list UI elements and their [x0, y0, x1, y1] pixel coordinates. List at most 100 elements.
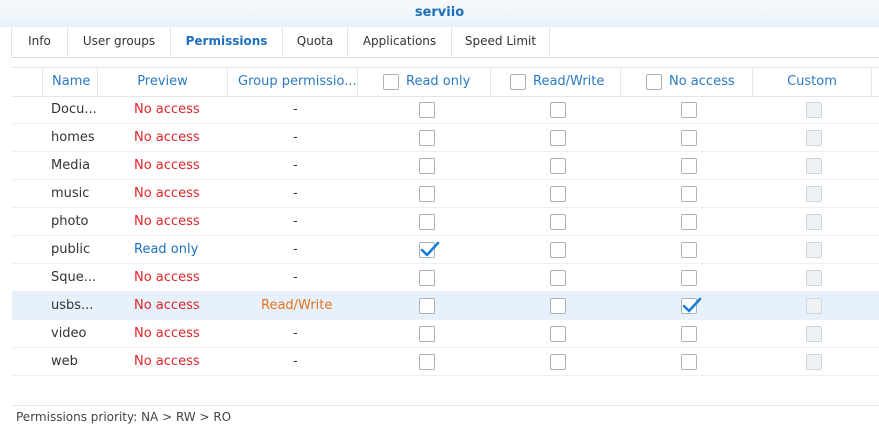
select-all-no-access-checkbox[interactable] — [646, 74, 662, 90]
no-access-checkbox[interactable] — [681, 270, 697, 286]
table-row[interactable]: web No access - — [12, 348, 879, 376]
read-write-checkbox[interactable] — [550, 354, 566, 370]
preview-permission: No access — [134, 158, 200, 173]
read-only-checkbox[interactable] — [419, 158, 435, 174]
select-all-read-write-checkbox[interactable] — [510, 74, 526, 90]
no-access-checkbox[interactable] — [681, 158, 697, 174]
read-write-checkbox[interactable] — [550, 270, 566, 286]
custom-checkbox — [806, 186, 822, 202]
header-preview[interactable]: Preview — [97, 68, 227, 96]
read-write-checkbox[interactable] — [550, 242, 566, 258]
preview-permission: No access — [134, 298, 200, 313]
no-access-checkbox[interactable] — [681, 326, 697, 342]
header-read-write[interactable]: Read/Write — [490, 68, 620, 96]
table-row[interactable]: homes No access - — [12, 124, 879, 152]
shared-folder-name: Media — [51, 158, 91, 173]
tab-applications[interactable]: Applications — [348, 27, 452, 56]
header-custom[interactable]: Custom — [752, 68, 872, 96]
table-row[interactable]: public Read only - — [12, 236, 879, 264]
shared-folder-name: Sque... — [51, 270, 97, 285]
footer-divider — [12, 405, 879, 406]
group-permission: - — [293, 186, 298, 201]
table-row[interactable]: Docu... No access - — [12, 96, 879, 124]
custom-checkbox — [806, 270, 822, 286]
header-group-permissions[interactable]: Group permissio... — [227, 68, 357, 96]
preview-permission: No access — [134, 354, 200, 369]
group-permission: - — [293, 326, 298, 341]
shared-folder-name: Docu... — [51, 102, 97, 117]
checkmark-icon — [682, 297, 702, 313]
shared-folder-name: homes — [51, 130, 95, 145]
read-only-checkbox[interactable] — [419, 298, 435, 314]
shared-folder-name: photo — [51, 214, 89, 229]
tab-bar: Info User groups Permissions Quota Appli… — [11, 27, 879, 58]
read-only-checkbox[interactable] — [419, 102, 435, 118]
header-read-only-label: Read only — [406, 74, 471, 89]
custom-checkbox — [806, 326, 822, 342]
no-access-checkbox[interactable] — [681, 297, 702, 314]
no-access-checkbox[interactable] — [681, 102, 697, 118]
shared-folder-name: video — [51, 326, 87, 341]
header-name[interactable]: Name — [42, 68, 97, 96]
no-access-checkbox[interactable] — [681, 214, 697, 230]
preview-permission: No access — [134, 130, 200, 145]
tab-user-groups[interactable]: User groups — [68, 27, 171, 56]
preview-permission: No access — [134, 186, 200, 201]
custom-checkbox — [806, 354, 822, 370]
group-permission: - — [293, 102, 298, 117]
tab-permissions[interactable]: Permissions — [171, 27, 283, 56]
read-write-checkbox[interactable] — [550, 130, 566, 146]
header-read-write-label: Read/Write — [533, 74, 605, 89]
read-only-checkbox[interactable] — [419, 241, 440, 258]
table-row[interactable]: Media No access - — [12, 152, 879, 180]
group-permission: - — [293, 130, 298, 145]
tab-speed-limit[interactable]: Speed Limit — [452, 27, 550, 56]
custom-checkbox — [806, 102, 822, 118]
preview-permission: Read only — [134, 242, 199, 257]
header-no-access-label: No access — [669, 74, 735, 89]
group-permission: Read/Write — [261, 298, 333, 313]
group-permission: - — [293, 354, 298, 369]
preview-permission: No access — [134, 214, 200, 229]
read-only-checkbox[interactable] — [419, 186, 435, 202]
read-write-checkbox[interactable] — [550, 158, 566, 174]
table-row[interactable]: usbs... No access Read/Write — [12, 292, 879, 320]
read-only-checkbox[interactable] — [419, 326, 435, 342]
read-only-checkbox[interactable] — [419, 214, 435, 230]
header-read-only[interactable]: Read only — [357, 68, 490, 96]
table-row[interactable]: photo No access - — [12, 208, 879, 236]
table-row[interactable]: video No access - — [12, 320, 879, 348]
no-access-checkbox[interactable] — [681, 242, 697, 258]
read-write-checkbox[interactable] — [550, 102, 566, 118]
table-header: Name Preview Group permissio... Read onl… — [12, 67, 879, 97]
no-access-checkbox[interactable] — [681, 130, 697, 146]
tab-info[interactable]: Info — [11, 27, 68, 56]
group-permission: - — [293, 214, 298, 229]
custom-checkbox — [806, 298, 822, 314]
shared-folder-name: web — [51, 354, 78, 369]
table-row[interactable]: Sque... No access - — [12, 264, 879, 292]
preview-permission: No access — [134, 326, 200, 341]
read-write-checkbox[interactable] — [550, 214, 566, 230]
header-no-access[interactable]: No access — [620, 68, 752, 96]
group-permission: - — [293, 270, 298, 285]
read-only-checkbox[interactable] — [419, 270, 435, 286]
read-only-checkbox[interactable] — [419, 354, 435, 370]
read-write-checkbox[interactable] — [550, 186, 566, 202]
read-write-checkbox[interactable] — [550, 298, 566, 314]
custom-checkbox — [806, 130, 822, 146]
shared-folder-name: music — [51, 186, 90, 201]
no-access-checkbox[interactable] — [681, 354, 697, 370]
select-all-read-only-checkbox[interactable] — [383, 74, 399, 90]
group-permission: - — [293, 242, 298, 257]
no-access-checkbox[interactable] — [681, 186, 697, 202]
permissions-priority-note: Permissions priority: NA > RW > RO — [16, 410, 232, 424]
custom-checkbox — [806, 158, 822, 174]
tab-quota[interactable]: Quota — [283, 27, 348, 56]
read-only-checkbox[interactable] — [419, 130, 435, 146]
read-write-checkbox[interactable] — [550, 326, 566, 342]
table-row[interactable]: music No access - — [12, 180, 879, 208]
preview-permission: No access — [134, 102, 200, 117]
custom-checkbox — [806, 214, 822, 230]
shared-folder-name: usbs... — [51, 298, 94, 313]
